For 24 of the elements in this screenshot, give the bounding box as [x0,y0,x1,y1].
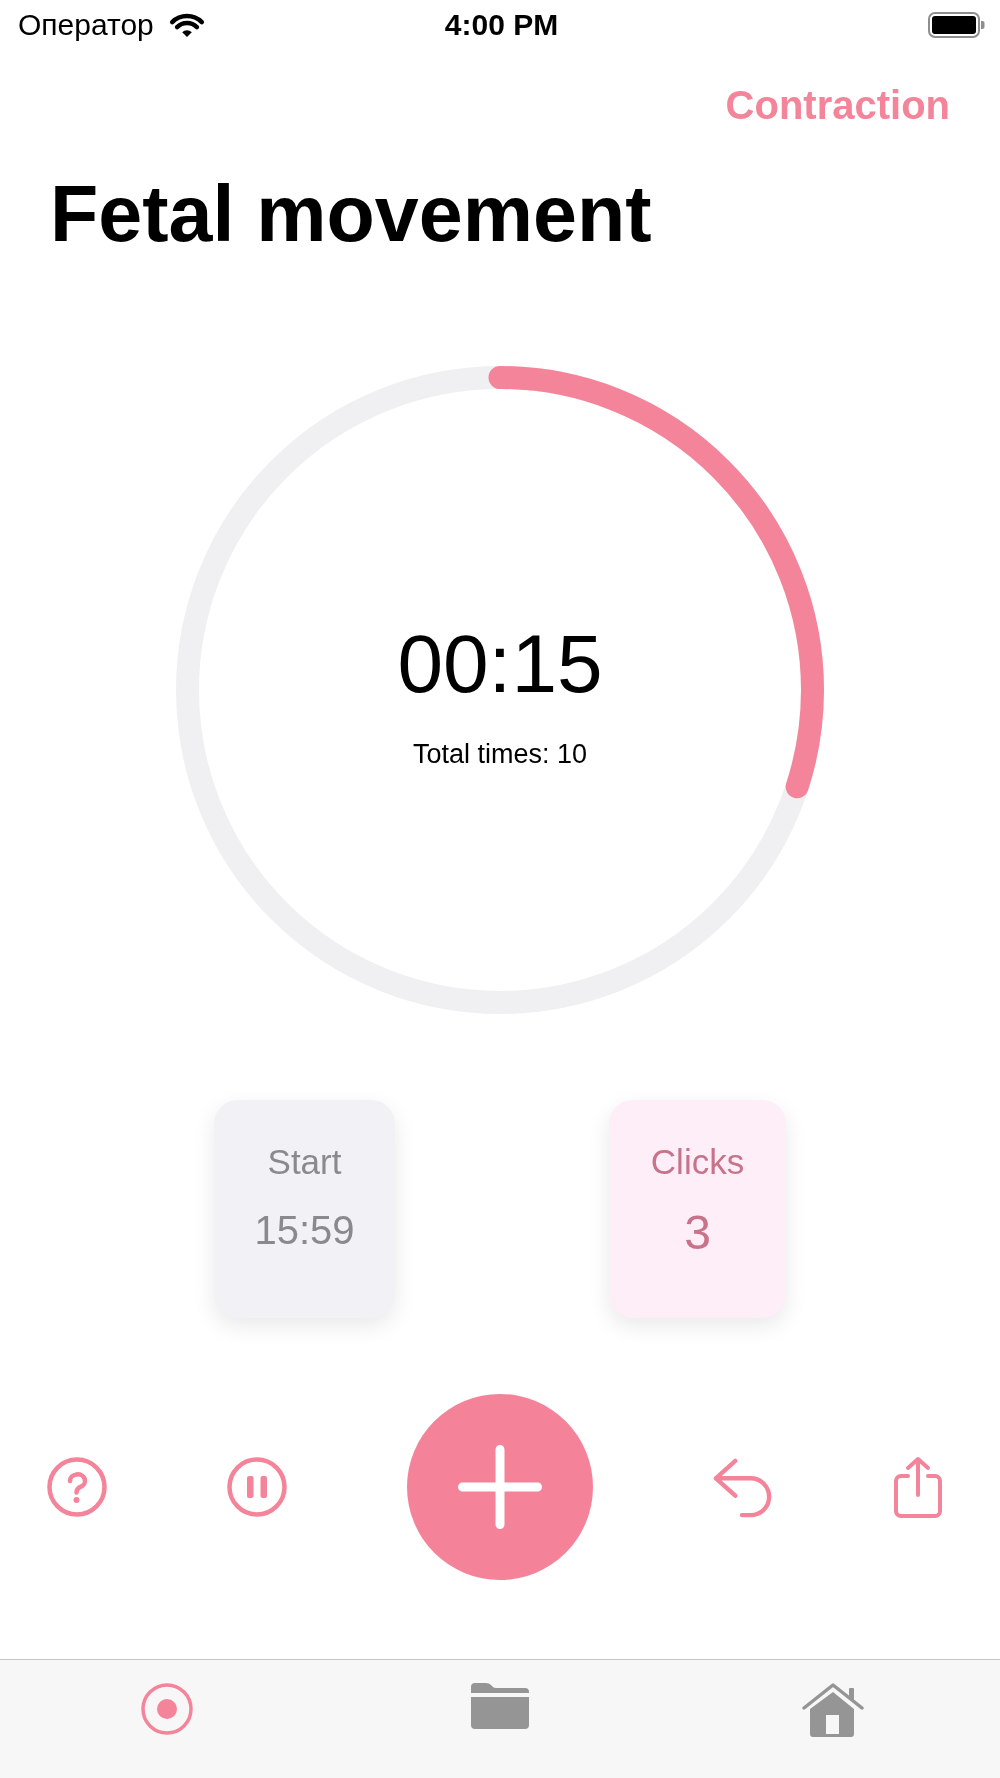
folder-icon [471,1683,529,1729]
plus-icon [458,1445,542,1529]
card-label: Clicks [650,1142,745,1182]
carrier-name: Оператор [18,7,154,43]
share-button[interactable] [893,1456,943,1518]
wifi-icon [167,11,206,39]
page-title: Fetal movement [50,174,652,254]
battery-icon [928,12,985,38]
status-time: 4:00 PM [444,7,559,43]
pause-icon [227,1457,287,1517]
help-button[interactable] [47,1456,107,1518]
undo-button[interactable] [713,1456,773,1518]
help-icon [47,1457,107,1517]
total-count: Total times: 10 [412,738,588,770]
pause-button[interactable] [227,1456,287,1518]
mode-link[interactable]: Contraction [725,83,950,128]
card-label: Start [267,1142,342,1182]
share-icon [893,1456,943,1518]
card-value: 3 [684,1210,711,1256]
record-icon [140,1683,193,1735]
undo-icon [713,1456,773,1518]
card-value: 15:59 [254,1207,355,1253]
home-icon [802,1683,865,1739]
timer-elapsed: 00:15 [397,623,603,705]
